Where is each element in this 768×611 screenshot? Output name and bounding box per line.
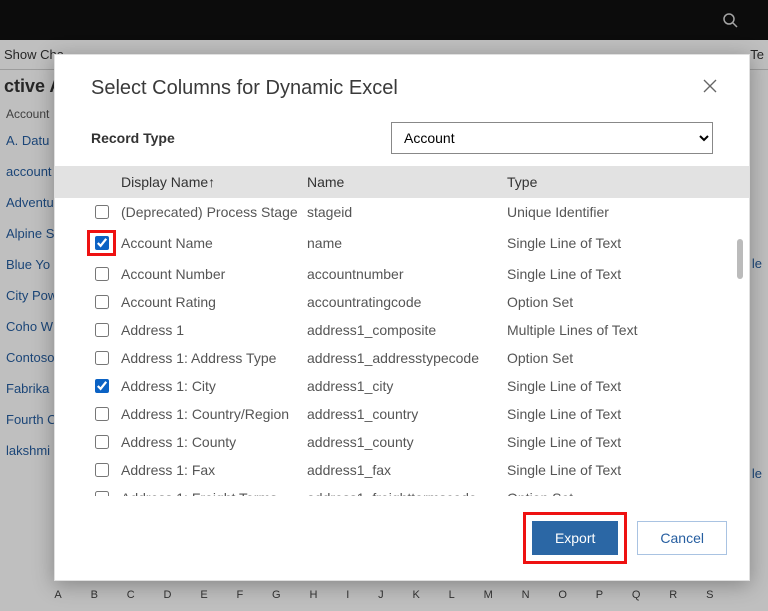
table-row[interactable]: Address 1: Freight Termsaddress1_freight…	[91, 484, 743, 496]
header-type[interactable]: Type	[507, 174, 749, 190]
header-display-name[interactable]: Display Name↑	[117, 174, 307, 190]
row-checkbox[interactable]	[95, 379, 109, 393]
cell-type: Option Set	[507, 350, 743, 366]
row-checkbox[interactable]	[95, 205, 109, 219]
cell-name: name	[307, 235, 507, 251]
cell-type: Single Line of Text	[507, 406, 743, 422]
table-row[interactable]: Address 1: Country/Regionaddress1_countr…	[91, 400, 743, 428]
row-checkbox[interactable]	[95, 351, 109, 365]
cell-type: Multiple Lines of Text	[507, 322, 743, 338]
row-checkbox[interactable]	[95, 463, 109, 477]
header-checkbox-col	[91, 174, 117, 190]
export-highlight: Export	[523, 512, 627, 564]
cell-type: Option Set	[507, 294, 743, 310]
record-type-label: Record Type	[91, 130, 391, 146]
close-icon[interactable]	[699, 75, 721, 102]
export-button[interactable]: Export	[532, 521, 618, 555]
cell-name: address1_country	[307, 406, 507, 422]
cell-name: address1_city	[307, 378, 507, 394]
row-checkbox[interactable]	[95, 267, 109, 281]
cell-name: address1_composite	[307, 322, 507, 338]
row-checkbox[interactable]	[95, 295, 109, 309]
cell-display-name: Address 1: Country/Region	[117, 406, 307, 422]
row-checkbox[interactable]	[95, 435, 109, 449]
table-row[interactable]: Address 1: Countyaddress1_countySingle L…	[91, 428, 743, 456]
table-row[interactable]: Address 1: Cityaddress1_citySingle Line …	[91, 372, 743, 400]
table-row[interactable]: Account NumberaccountnumberSingle Line o…	[91, 260, 743, 288]
cell-type: Single Line of Text	[507, 266, 743, 282]
table-row[interactable]: Address 1: Address Typeaddress1_addresst…	[91, 344, 743, 372]
cancel-button[interactable]: Cancel	[637, 521, 727, 555]
highlighted-checkbox	[87, 230, 116, 256]
column-header-row: Display Name↑ Name Type	[55, 166, 749, 198]
dialog-title: Select Columns for Dynamic Excel	[91, 77, 398, 100]
cell-display-name: Address 1: Fax	[117, 462, 307, 478]
table-row[interactable]: Account RatingaccountratingcodeOption Se…	[91, 288, 743, 316]
cell-display-name: Address 1: City	[117, 378, 307, 394]
table-row[interactable]: Account NamenameSingle Line of Text	[91, 226, 743, 260]
table-row[interactable]: Address 1address1_compositeMultiple Line…	[91, 316, 743, 344]
cell-type: Unique Identifier	[507, 204, 743, 220]
cell-name: address1_county	[307, 434, 507, 450]
row-checkbox[interactable]	[95, 323, 109, 337]
row-checkbox[interactable]	[95, 407, 109, 421]
cell-type: Single Line of Text	[507, 378, 743, 394]
cell-display-name: Address 1: Address Type	[117, 350, 307, 366]
table-row[interactable]: Address 1: Faxaddress1_faxSingle Line of…	[91, 456, 743, 484]
column-list[interactable]: (Deprecated) Process StagestageidUnique …	[55, 198, 749, 496]
select-columns-dialog: Select Columns for Dynamic Excel Record …	[54, 54, 750, 581]
cell-name: address1_fax	[307, 462, 507, 478]
cell-type: Single Line of Text	[507, 434, 743, 450]
cell-display-name: (Deprecated) Process Stage	[117, 204, 307, 220]
record-type-select[interactable]: Account	[391, 122, 713, 154]
cell-display-name: Account Rating	[117, 294, 307, 310]
cell-display-name: Address 1	[117, 322, 307, 338]
cell-display-name: Address 1: County	[117, 434, 307, 450]
cell-display-name: Account Number	[117, 266, 307, 282]
cell-name: accountnumber	[307, 266, 507, 282]
cell-name: stageid	[307, 204, 507, 220]
header-name[interactable]: Name	[307, 174, 507, 190]
cell-type: Single Line of Text	[507, 462, 743, 478]
table-row[interactable]: (Deprecated) Process StagestageidUnique …	[91, 198, 743, 226]
cell-display-name: Account Name	[117, 235, 307, 251]
row-checkbox[interactable]	[95, 236, 109, 250]
cell-type: Single Line of Text	[507, 235, 743, 251]
scrollbar-thumb[interactable]	[737, 239, 743, 279]
cell-name: accountratingcode	[307, 294, 507, 310]
cell-name: address1_addresstypecode	[307, 350, 507, 366]
